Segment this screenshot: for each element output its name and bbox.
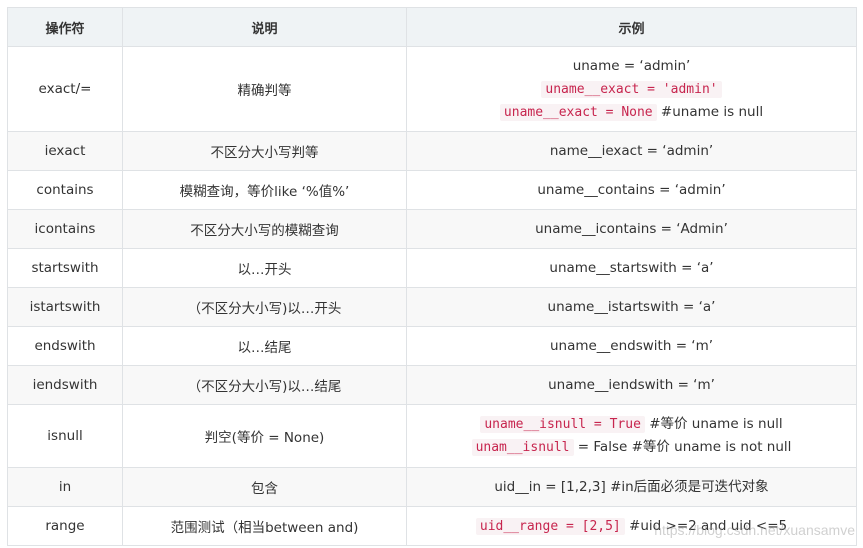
table-row: istartswith （不区分大小写)以…开头 uname__istartswit… (7, 287, 857, 327)
example-comment: = False #等价 uname is not null (573, 439, 792, 455)
operator-cell: startswith (7, 248, 123, 288)
example-text: uid__in = [1,2,3] #in后面必须是可迭代对象 (494, 478, 769, 495)
table-row: endswith 以…结尾 uname__endswith = ‘m’ (7, 326, 857, 366)
example-line: uname__istartswith = ‘a’ (411, 296, 852, 319)
example-text: uname__icontains = ‘Admin’ (535, 220, 728, 237)
operator-cell: exact/= (7, 46, 123, 132)
header-row: 操作符 说明 示例 (7, 7, 857, 47)
description-cell: 模糊查询，等价like ‘%值%’ (122, 170, 407, 210)
description-cell: 判空(等价 = None) (122, 404, 407, 468)
example-cell: uname__endswith = ‘m’ (406, 326, 857, 366)
table-row: contains 模糊查询，等价like ‘%值%’ uname__contains… (7, 170, 857, 210)
example-line: unam__isnull = False #等价 uname is not nu… (411, 436, 852, 459)
description-cell: 不区分大小写判等 (122, 131, 407, 171)
header-description: 说明 (122, 7, 407, 47)
example-code: uname__exact = None (499, 103, 657, 121)
example-cell: uname = ‘admin’ uname__exact = 'admin' una… (406, 46, 857, 132)
example-cell: uname__iendswith = ‘m’ (406, 365, 857, 405)
table-row: exact/= 精确判等 uname = ‘admin’ uname__exact =… (7, 46, 857, 132)
operator-table: 操作符 说明 示例 exact/= 精确判等 uname = ‘admin’ unam… (7, 7, 857, 546)
example-cell: uname__contains = ‘admin’ (406, 170, 857, 210)
watermark: https://blog.csdn.net/xuansamve (654, 522, 855, 538)
example-line: uname__endswith = ‘m’ (411, 335, 852, 358)
description-cell: 以…结尾 (122, 326, 407, 366)
example-line: uname__iendswith = ‘m’ (411, 374, 852, 397)
example-line: uname__startswith = ‘a’ (411, 257, 852, 280)
example-text: uname__istartswith = ‘a’ (547, 298, 716, 315)
example-line: uname__isnull = True #等价 uname is null (411, 413, 852, 436)
example-comment: #uname is null (656, 103, 764, 120)
header-operator: 操作符 (7, 7, 123, 47)
example-comment: #等价 uname is null (644, 416, 783, 432)
example-cell: uname__isnull = True #等价 uname is null un… (406, 404, 857, 468)
description-cell: （不区分大小写)以…开头 (122, 287, 407, 327)
operator-cell: contains (7, 170, 123, 210)
operator-cell: iendswith (7, 365, 123, 405)
operator-cell: in (7, 467, 123, 507)
example-code: uname__isnull = True (480, 416, 645, 433)
description-cell: 以…开头 (122, 248, 407, 288)
example-line: name__iexact = ‘admin’ (411, 140, 852, 163)
example-text: uname__contains = ‘admin’ (537, 181, 726, 198)
table-row: iexact 不区分大小写判等 name__iexact = ‘admin’ (7, 131, 857, 171)
example-code: unam__isnull (471, 439, 574, 456)
example-line: uname__icontains = ‘Admin’ (411, 218, 852, 241)
table-row: icontains 不区分大小写的模糊查询 uname__icontains = ‘… (7, 209, 857, 249)
table-row: startswith 以…开头 uname__startswith = ‘a’ (7, 248, 857, 288)
example-text: uname__endswith = ‘m’ (549, 337, 714, 354)
example-code: uid__range = [2,5] (475, 517, 625, 535)
example-line: uname__exact = None #uname is null (411, 101, 852, 124)
example-cell: uname__startswith = ‘a’ (406, 248, 857, 288)
description-cell: 精确判等 (122, 46, 407, 132)
example-cell: uname__icontains = ‘Admin’ (406, 209, 857, 249)
description-cell: 范围测试（相当between and) (122, 506, 407, 546)
example-text: name__iexact = ‘admin’ (549, 142, 714, 159)
example-line: uid__in = [1,2,3] #in后面必须是可迭代对象 (411, 476, 852, 499)
table-row: in 包含 uid__in = [1,2,3] #in后面必须是可迭代对象 (7, 467, 857, 507)
operator-cell: istartswith (7, 287, 123, 327)
example-code: uname__exact = 'admin' (541, 80, 722, 98)
example-line: uname__exact = 'admin' (411, 78, 852, 101)
example-line: uname__contains = ‘admin’ (411, 179, 852, 202)
table-header: 操作符 说明 示例 (7, 7, 857, 47)
description-cell: 包含 (122, 467, 407, 507)
example-cell: name__iexact = ‘admin’ (406, 131, 857, 171)
description-cell: 不区分大小写的模糊查询 (122, 209, 407, 249)
operator-cell: iexact (7, 131, 123, 171)
operator-cell: endswith (7, 326, 123, 366)
table-row: isnull 判空(等价 = None) uname__isnull = True … (7, 404, 857, 468)
header-example: 示例 (406, 7, 857, 47)
description-cell: （不区分大小写)以…结尾 (122, 365, 407, 405)
operator-cell: isnull (7, 404, 123, 468)
example-text: uname = ‘admin’ (572, 57, 691, 74)
table-body: exact/= 精确判等 uname = ‘admin’ uname__exact =… (7, 46, 857, 546)
example-line: uname = ‘admin’ (411, 55, 852, 78)
table-row: iendswith （不区分大小写)以…结尾 uname__iendswith = … (7, 365, 857, 405)
example-cell: uid__in = [1,2,3] #in后面必须是可迭代对象 (406, 467, 857, 507)
example-cell: uname__istartswith = ‘a’ (406, 287, 857, 327)
example-text: uname__iendswith = ‘m’ (548, 376, 715, 393)
operator-cell: icontains (7, 209, 123, 249)
operator-cell: range (7, 506, 123, 546)
example-text: uname__startswith = ‘a’ (549, 259, 714, 276)
